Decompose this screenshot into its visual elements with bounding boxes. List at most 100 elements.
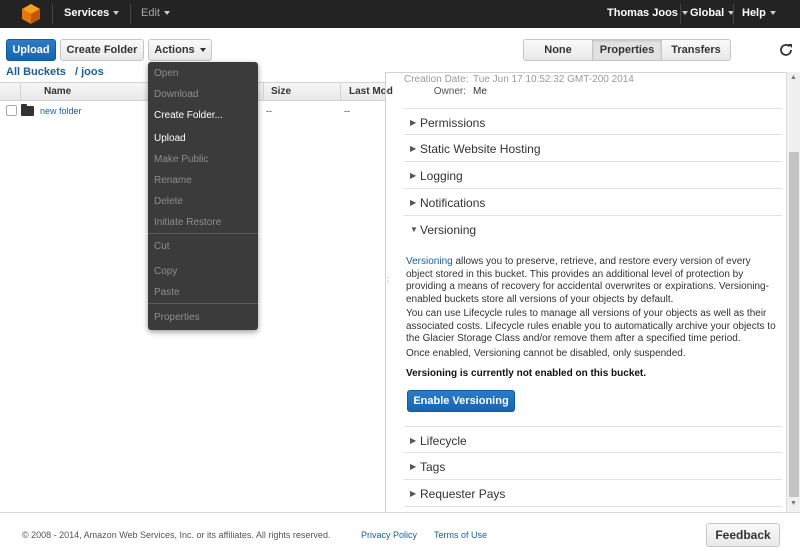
- nav-divider: [52, 4, 53, 24]
- actions-button[interactable]: Actions: [148, 39, 212, 61]
- scroll-up-icon[interactable]: ▲: [790, 74, 797, 81]
- scrollbar-thumb[interactable]: [789, 152, 799, 497]
- properties-panel-top-border: [386, 72, 786, 73]
- region-menu[interactable]: Global: [690, 7, 735, 19]
- owner-label: Owner:: [433, 86, 466, 97]
- column-divider: [340, 83, 341, 100]
- menu-item-properties[interactable]: Properties: [154, 312, 200, 323]
- section-versioning[interactable]: ▼ Versioning: [404, 216, 782, 243]
- user-menu[interactable]: Thomas Joos: [607, 7, 688, 19]
- creation-date-label: Creation Date:: [404, 74, 469, 85]
- section-title: Logging: [420, 169, 463, 183]
- chevron-down-icon: [769, 11, 776, 16]
- row-checkbox[interactable]: [6, 105, 17, 116]
- chevron-right-icon: ▶: [410, 118, 417, 127]
- section-title: Static Website Hosting: [420, 142, 541, 156]
- services-label: Services: [64, 7, 110, 19]
- terms-of-use-link[interactable]: Terms of Use: [434, 530, 487, 540]
- menu-item-delete[interactable]: Delete: [154, 196, 183, 207]
- copyright-text: © 2008 - 2014, Amazon Web Services, Inc.…: [22, 530, 331, 540]
- enable-versioning-button[interactable]: Enable Versioning: [407, 390, 515, 412]
- region-label: Global: [690, 7, 725, 19]
- chevron-right-icon: ▶: [410, 489, 417, 498]
- section-tags[interactable]: ▶ Tags: [404, 453, 782, 480]
- section-static-website-hosting[interactable]: ▶ Static Website Hosting: [404, 135, 782, 162]
- chevron-down-icon: [163, 11, 170, 16]
- column-header-size[interactable]: Size: [271, 86, 291, 97]
- lifecycle-description: You can use Lifecycle rules to manage al…: [406, 308, 776, 344]
- chevron-down-icon: [113, 11, 120, 16]
- section-notifications[interactable]: ▶ Notifications: [404, 189, 782, 216]
- column-divider: [263, 83, 264, 100]
- upload-button[interactable]: Upload: [6, 39, 56, 61]
- section-permissions[interactable]: ▶ Permissions: [404, 108, 782, 135]
- chevron-right-icon: ▶: [410, 144, 417, 153]
- row-name-link[interactable]: new folder: [40, 106, 82, 116]
- breadcrumb-current-bucket[interactable]: / joos: [75, 66, 104, 78]
- menu-item-rename[interactable]: Rename: [154, 175, 192, 186]
- section-title: Permissions: [420, 116, 486, 130]
- chevron-right-icon: ▶: [410, 436, 417, 445]
- menu-item-download[interactable]: Download: [154, 89, 198, 100]
- chevron-right-icon: ▶: [410, 198, 417, 207]
- versioning-link[interactable]: Versioning: [406, 256, 453, 267]
- splitter-grip-icon[interactable]: ⋮: [384, 276, 392, 285]
- privacy-policy-link[interactable]: Privacy Policy: [361, 530, 417, 540]
- chevron-down-icon: [681, 11, 688, 16]
- section-title: Lifecycle: [420, 434, 467, 448]
- chevron-right-icon: ▶: [410, 462, 417, 471]
- menu-item-cut[interactable]: Cut: [154, 241, 170, 252]
- menu-divider: [148, 303, 258, 304]
- edit-menu[interactable]: Edit: [141, 7, 170, 19]
- create-folder-button[interactable]: Create Folder: [60, 39, 144, 61]
- row-size: --: [266, 106, 272, 116]
- breadcrumb-all-buckets[interactable]: All Buckets: [6, 66, 66, 78]
- creation-date-value: Tue Jun 17 10:52:32 GMT-200 2014: [473, 74, 634, 85]
- section-title: Versioning: [420, 223, 477, 237]
- edit-label: Edit: [141, 7, 160, 19]
- section-requester-pays[interactable]: ▶ Requester Pays: [404, 480, 782, 507]
- help-menu[interactable]: Help: [742, 7, 776, 19]
- user-name: Thomas Joos: [607, 7, 678, 19]
- tab-properties[interactable]: Properties: [592, 39, 662, 61]
- actions-dropdown-menu: Open Download Create Folder... Upload Ma…: [148, 62, 258, 330]
- top-navigation-bar: Services Edit Thomas Joos Global Help: [0, 0, 800, 28]
- versioning-status: Versioning is currently not enabled on t…: [406, 368, 647, 379]
- nav-divider: [130, 4, 131, 24]
- menu-item-copy[interactable]: Copy: [154, 266, 177, 277]
- section-title: Requester Pays: [420, 487, 506, 501]
- scroll-down-icon[interactable]: ▼: [790, 500, 797, 507]
- section-title: Tags: [420, 460, 446, 474]
- services-menu[interactable]: Services: [64, 7, 120, 19]
- pane-splitter[interactable]: [385, 72, 386, 512]
- aws-cube-logo-icon[interactable]: [22, 4, 40, 24]
- refresh-icon[interactable]: [778, 42, 794, 58]
- nav-divider: [680, 4, 681, 24]
- versioning-description: Versioning allows you to preserve, retri…: [406, 256, 778, 306]
- menu-divider: [148, 233, 258, 234]
- tab-transfers[interactable]: Transfers: [661, 39, 731, 61]
- footer: © 2008 - 2014, Amazon Web Services, Inc.…: [0, 512, 800, 551]
- feedback-button[interactable]: Feedback: [706, 523, 780, 547]
- chevron-down-icon: ▼: [410, 225, 418, 234]
- tab-none[interactable]: None: [523, 39, 593, 61]
- folder-icon: [21, 104, 34, 116]
- menu-item-make-public[interactable]: Make Public: [154, 154, 208, 165]
- column-header-name[interactable]: Name: [44, 86, 71, 97]
- column-header-last-modified[interactable]: Last Mod: [349, 86, 393, 97]
- section-lifecycle[interactable]: ▶ Lifecycle: [404, 426, 782, 453]
- section-logging[interactable]: ▶ Logging: [404, 162, 782, 189]
- section-title: Notifications: [420, 196, 486, 210]
- versioning-description-text: allows you to preserve, retrieve, and re…: [406, 256, 769, 305]
- menu-item-paste[interactable]: Paste: [154, 287, 180, 298]
- properties-scrollbar[interactable]: ▲ ▼: [786, 72, 800, 512]
- menu-item-open[interactable]: Open: [154, 68, 178, 79]
- menu-item-upload[interactable]: Upload: [154, 133, 186, 144]
- menu-item-create-folder[interactable]: Create Folder...: [154, 110, 223, 121]
- row-last-modified: --: [344, 106, 350, 116]
- help-label: Help: [742, 7, 766, 19]
- menu-item-initiate-restore[interactable]: Initiate Restore: [154, 217, 221, 228]
- nav-divider: [733, 4, 734, 24]
- versioning-note: Once enabled, Versioning cannot be disab…: [406, 348, 686, 359]
- chevron-down-icon: [199, 48, 206, 53]
